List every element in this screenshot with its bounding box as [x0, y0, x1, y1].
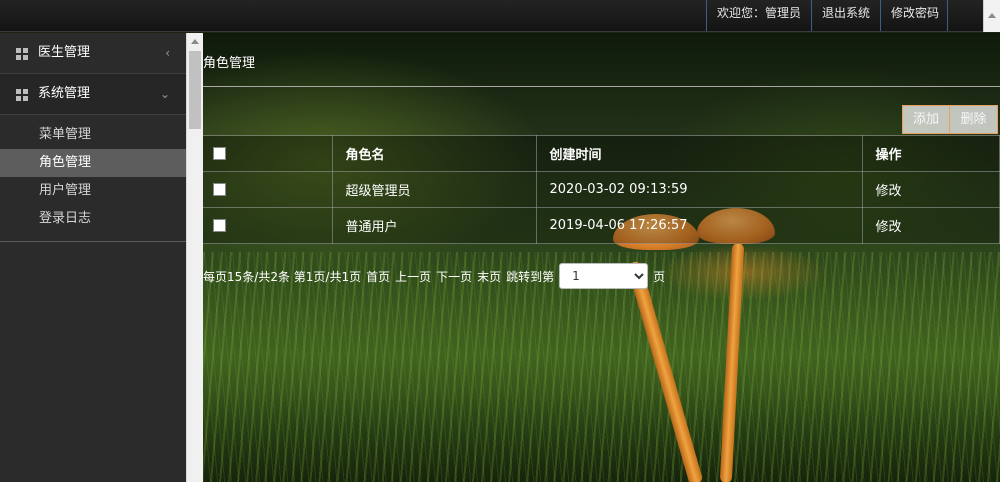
change-password-link[interactable]: 修改密码 [880, 0, 949, 31]
sidebar-item-user-management[interactable]: 用户管理 [0, 177, 186, 205]
table-row: 普通用户 2019-04-06 17:26:57 修改 [203, 207, 1000, 244]
sidebar-item-role-management[interactable]: 角色管理 [0, 149, 186, 177]
scroll-up-arrow-icon[interactable] [191, 39, 199, 44]
edit-link[interactable]: 修改 [861, 171, 1000, 208]
first-page-link[interactable]: 首页 [366, 268, 390, 285]
delete-button[interactable]: 删除 [950, 105, 998, 134]
add-button[interactable]: 添加 [902, 105, 950, 134]
created-time-cell: 2019-04-06 17:26:57 [535, 207, 863, 244]
select-all-checkbox[interactable] [213, 147, 226, 160]
prev-page-link[interactable]: 上一页 [395, 268, 431, 285]
pagination-info: 每页15条/共2条 第1页/共1页 [203, 269, 362, 284]
last-page-link[interactable]: 末页 [477, 268, 501, 285]
logout-link[interactable]: 退出系统 [811, 0, 880, 31]
role-table: 角色名 创建时间 操作 超级管理员 2020-03-02 09:13:59 修改… [203, 135, 1000, 244]
row-checkbox[interactable] [213, 219, 226, 232]
header-checkbox-cell [203, 135, 333, 172]
created-time-cell: 2020-03-02 09:13:59 [535, 171, 863, 208]
role-name-cell: 普通用户 [331, 207, 537, 244]
page-scrollbar-top[interactable] [983, 0, 1000, 32]
header-links: 欢迎您：管理员 退出系统 修改密码 [706, 0, 949, 31]
main-content: 角色管理 添加 删除 角色名 创建时间 操作 超级管理员 2020-03-02 … [203, 33, 1000, 482]
toolbar: 添加 删除 [902, 105, 998, 134]
table-row: 超级管理员 2020-03-02 09:13:59 修改 [203, 171, 1000, 208]
column-header: 创建时间 [535, 135, 863, 172]
sidebar-group-label: 医生管理 [38, 45, 91, 60]
role-name-cell: 超级管理员 [331, 171, 537, 208]
sidebar-scrollbar[interactable] [186, 33, 203, 482]
sidebar: 医生管理 ‹ 系统管理 ⌄ 菜单管理 角色管理 用户管理 登录日志 [0, 33, 186, 482]
chevron-down-icon: ⌄ [159, 87, 170, 101]
next-page-link[interactable]: 下一页 [436, 268, 472, 285]
page-select[interactable]: 1 [559, 263, 649, 289]
page-title: 角色管理 [203, 33, 1000, 87]
system-submenu: 菜单管理 角色管理 用户管理 登录日志 [0, 115, 186, 242]
grid-icon [16, 48, 28, 60]
column-header: 操作 [861, 135, 1000, 172]
row-checkbox[interactable] [213, 183, 226, 196]
row-checkbox-cell [203, 207, 333, 244]
pagination: 每页15条/共2条 第1页/共1页 首页 上一页 下一页 末页 跳转到第 1 页 [203, 263, 670, 289]
grid-icon [16, 89, 28, 101]
row-checkbox-cell [203, 171, 333, 208]
edit-link[interactable]: 修改 [861, 207, 1000, 244]
sidebar-group-label: 系统管理 [38, 86, 91, 101]
page-suffix-label: 页 [653, 269, 666, 284]
table-header-row: 角色名 创建时间 操作 [203, 135, 1000, 172]
sidebar-group-doctor-management[interactable]: 医生管理 ‹ [0, 33, 186, 74]
sidebar-item-login-log[interactable]: 登录日志 [0, 205, 186, 233]
sidebar-item-menu-management[interactable]: 菜单管理 [0, 121, 186, 149]
top-header: 欢迎您：管理员 退出系统 修改密码 [0, 0, 1000, 32]
welcome-text: 欢迎您：管理员 [706, 0, 811, 31]
jump-to-label: 跳转到第 [506, 269, 555, 284]
column-header: 角色名 [331, 135, 537, 172]
scrollbar-thumb[interactable] [189, 51, 201, 129]
sidebar-group-system-management[interactable]: 系统管理 ⌄ [0, 74, 186, 115]
scroll-up-arrow-icon[interactable] [988, 13, 996, 18]
chevron-left-icon: ‹ [165, 46, 170, 60]
